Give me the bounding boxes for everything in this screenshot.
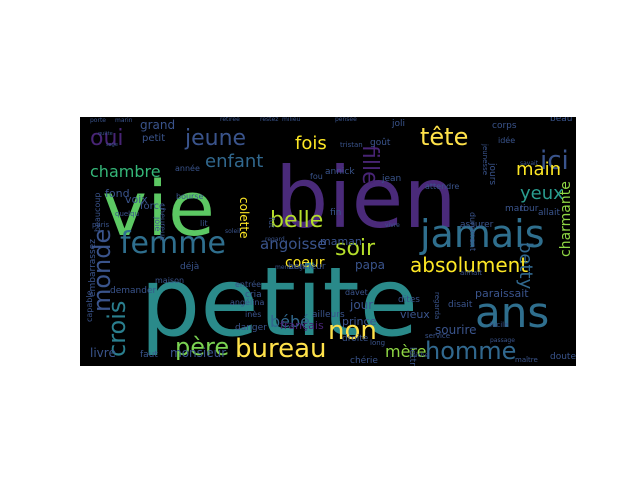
cloud-word: jean [381,174,401,184]
cloud-word: allait [538,208,561,218]
word-cloud-canvas: petitevie bienjamaisfemmeansicitêtejeuneo… [80,117,576,366]
cloud-word: fond [105,187,130,200]
cloud-word: prince [342,315,377,328]
cloud-word: livre [90,346,116,360]
cloud-word: belle [270,208,323,233]
cloud-word: chambre [90,162,161,181]
cloud-word: enfant [205,151,263,172]
cloud-word: durement [468,212,477,251]
cloud-word: davet [345,288,368,297]
cloud-word: ailleurs [312,310,345,320]
cloud-word: angélina [230,297,264,307]
cloud-word: mensonge [275,264,307,271]
cloud-word: sage [106,142,118,148]
cloud-word: paraissait [475,287,529,300]
cloud-word: corps [492,121,517,131]
cloud-word: bureau [235,334,327,364]
cloud-word: joli [391,119,405,129]
cloud-word: jeunesse [481,143,489,175]
cloud-word: jeune [184,126,246,151]
word-cloud: petite vie bien jamais femme ans ici tête jeune o… [80,117,576,366]
cloud-word: fin [330,208,341,218]
cloud-word: idée [498,135,515,145]
cloud-word: petit [142,133,165,144]
cloud-word: droite [342,334,369,344]
cloud-word: service [425,332,450,340]
cloud-word: savait [520,160,539,167]
cloud-word: attendre [425,182,459,191]
cloud-word: femme [120,226,226,261]
cloud-word: embarrassez [88,239,98,297]
cloud-word: fille [357,145,382,185]
cloud-word: bourse [176,192,204,201]
cloud-word: fut [267,217,276,228]
cloud-word: porte [90,117,106,124]
cloud-word: inès [245,309,261,319]
cloud-word: maman [320,235,362,248]
cloud-word: annick [325,167,355,177]
cloud-word: retirée [220,117,240,123]
cloud-word: danger [235,323,267,333]
cloud-word: paris [92,221,110,229]
cloud-word: goût [370,138,391,148]
cloud-word: fois [295,133,327,154]
cloud-word: faut [140,350,158,360]
cloud-word: lit [200,219,208,228]
cloud-word: milieu [282,117,301,123]
cloud-word: monsieur [170,346,226,360]
cloud-word: tête [420,123,468,151]
cloud-word: jour [349,298,373,312]
cloud-word: déjà [180,261,199,272]
cloud-word: pensée [335,117,357,123]
cloud-word: dites [398,295,420,305]
cloud-word: vieux [400,308,430,321]
cloud-word: joie [153,216,162,231]
cloud-word: soleil [225,228,241,235]
cloud-word: quitte [98,131,113,137]
cloud-word: mari [505,204,525,214]
cloud-word: long [370,339,385,347]
cloud-word: restez [260,117,278,123]
cloud-word: année [175,163,200,173]
cloud-word: beau [550,117,572,124]
cloud-word: michel [410,352,430,359]
cloud-word: charmante [558,181,574,257]
cloud-word: marin [115,117,133,124]
cloud-word: tristan [340,141,363,149]
cloud-word: maître [515,356,538,364]
cloud-word: français [280,319,324,332]
cloud-word: entrée [235,279,261,289]
cloud-word: aimait [460,269,482,277]
cloud-word: demander [110,286,156,296]
cloud-word: grand [140,118,175,132]
cloud-word: betty [515,242,536,290]
cloud-word: fou [310,172,323,181]
cloud-word: regard [265,236,285,243]
cloud-word: quelqu [115,210,139,218]
cloud-word: maison [155,276,184,285]
cloud-word: passage [490,337,515,344]
cloud-word: papa [355,258,385,272]
cloud-word: chérie [350,355,378,366]
cloud-word: disait [448,300,473,310]
cloud-word: lucile [490,321,508,329]
cloud-word: doute [550,352,576,362]
cloud-word: vivre [385,222,400,229]
cloud-word: regarda [433,292,441,319]
